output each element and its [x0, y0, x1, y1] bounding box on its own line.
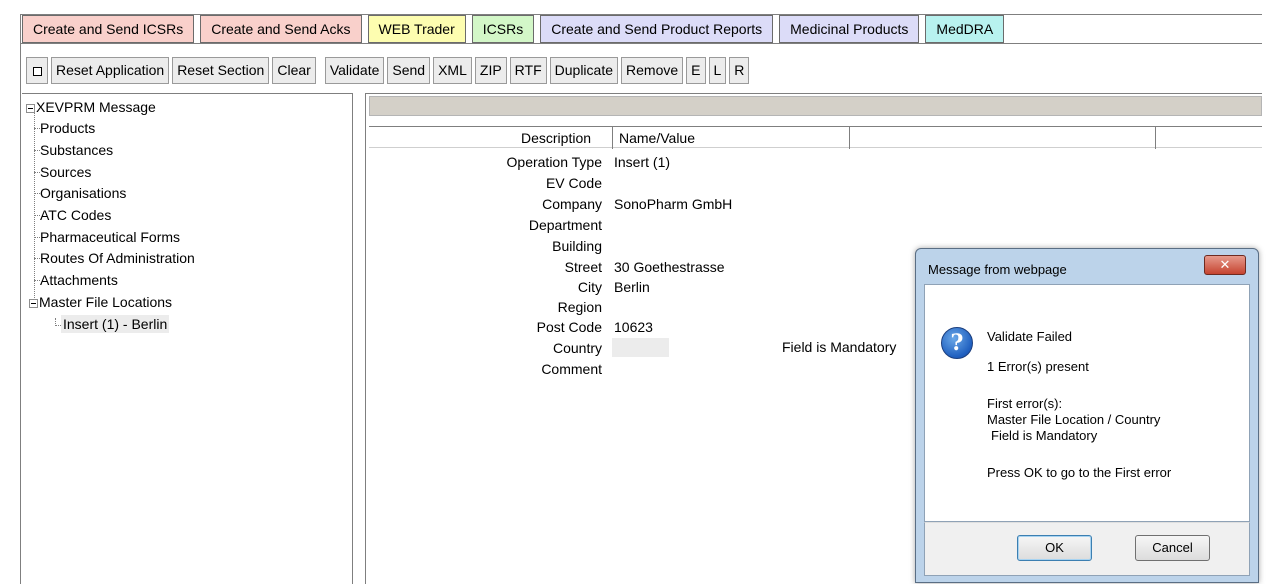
- tree-item-atc-codes[interactable]: ATC Codes: [40, 206, 111, 224]
- tree-root-label: XEVPRM Message: [36, 99, 156, 115]
- column-divider[interactable]: [1155, 127, 1156, 149]
- collapse-icon[interactable]: [29, 298, 38, 308]
- toggle-tree-button[interactable]: [26, 56, 48, 84]
- tree-item-insert-berlin[interactable]: Insert (1) - Berlin: [61, 315, 170, 333]
- ok-button[interactable]: OK: [1017, 535, 1092, 561]
- label-building: Building: [552, 238, 602, 254]
- value-operation-type[interactable]: Insert (1): [614, 153, 670, 171]
- tab-icsrs[interactable]: ICSRs: [471, 15, 535, 43]
- tree-item-attachments[interactable]: Attachments: [40, 271, 118, 289]
- tab-create-send-acks[interactable]: Create and Send Acks: [200, 15, 362, 43]
- square-icon: [33, 66, 42, 76]
- e-button[interactable]: E: [686, 56, 706, 84]
- tree-item-sources[interactable]: Sources: [40, 163, 91, 181]
- label-ev-code: EV Code: [545, 175, 602, 191]
- question-icon: ?: [941, 327, 973, 359]
- dialog-error-count: 1 Error(s) present: [987, 359, 1089, 374]
- tabs-divider: [20, 43, 1262, 44]
- tab-web-trader[interactable]: WEB Trader: [367, 15, 466, 43]
- grid-header: Description Name/Value: [369, 126, 1262, 149]
- reset-section-button[interactable]: Reset Section: [172, 56, 270, 84]
- tree-item-organisations[interactable]: Organisations: [40, 184, 126, 202]
- collapse-icon[interactable]: [26, 103, 35, 113]
- validate-button[interactable]: Validate: [324, 56, 385, 84]
- value-street[interactable]: 30 Goethestrasse: [614, 258, 725, 276]
- tab-medicinal-products[interactable]: Medicinal Products: [779, 15, 920, 43]
- value-city[interactable]: Berlin: [614, 278, 650, 296]
- tree-item-master-file-locations[interactable]: Master File Locations: [29, 293, 172, 311]
- clear-button[interactable]: Clear: [272, 56, 316, 84]
- dialog-error-message: Field is Mandatory: [991, 428, 1098, 443]
- rtf-button[interactable]: RTF: [509, 56, 547, 84]
- dialog-error-path: Master File Location / Country: [987, 412, 1161, 427]
- column-divider[interactable]: [612, 127, 613, 149]
- dialog-first-errors: First error(s):: [987, 396, 1063, 411]
- tree-line: [34, 112, 35, 300]
- dialog-hint: Press OK to go to the First error: [987, 465, 1172, 480]
- label-department: Department: [528, 217, 602, 233]
- tab-create-send-icsrs[interactable]: Create and Send ICSRs: [22, 15, 195, 43]
- column-divider[interactable]: [849, 127, 850, 149]
- tree-root[interactable]: XEVPRM Message: [26, 98, 156, 116]
- tree-item-label: Master File Locations: [39, 294, 173, 310]
- label-post-code: Post Code: [536, 319, 602, 335]
- tree-item-routes-of-administration[interactable]: Routes Of Administration: [40, 249, 195, 267]
- tree-item-pharmaceutical-forms[interactable]: Pharmaceutical Forms: [40, 228, 180, 246]
- xml-button[interactable]: XML: [433, 56, 472, 84]
- close-icon[interactable]: ✕: [1204, 255, 1246, 275]
- send-button[interactable]: Send: [387, 56, 431, 84]
- reset-application-button[interactable]: Reset Application: [51, 56, 170, 84]
- tree-item-products[interactable]: Products: [40, 119, 95, 137]
- zip-button[interactable]: ZIP: [474, 56, 507, 84]
- tree-item-substances[interactable]: Substances: [40, 141, 113, 159]
- column-description: Description: [521, 130, 592, 146]
- toolbar: Reset Application Reset Section Clear Va…: [26, 56, 752, 84]
- country-error-message: Field is Mandatory: [782, 339, 897, 355]
- label-country: Country: [552, 340, 602, 356]
- message-dialog: Message from webpage ✕ ? Validate Failed…: [915, 248, 1259, 583]
- cancel-button[interactable]: Cancel: [1135, 535, 1210, 561]
- country-field[interactable]: [612, 338, 669, 357]
- dialog-body: ? Validate Failed 1 Error(s) present Fir…: [924, 284, 1250, 522]
- column-name-value: Name/Value: [619, 130, 696, 146]
- section-header-bar: [369, 96, 1262, 116]
- dialog-heading: Validate Failed: [987, 329, 1073, 344]
- tab-create-send-product-reports[interactable]: Create and Send Product Reports: [540, 15, 774, 43]
- label-region: Region: [557, 299, 602, 315]
- label-city: City: [577, 279, 602, 295]
- r-button[interactable]: R: [729, 56, 750, 84]
- remove-button[interactable]: Remove: [621, 56, 684, 84]
- top-tabs: Create and Send ICSRs Create and Send Ac…: [22, 15, 1010, 43]
- label-street: Street: [564, 259, 602, 275]
- value-company[interactable]: SonoPharm GmbH: [614, 195, 732, 213]
- tab-meddra[interactable]: MedDRA: [925, 15, 1005, 43]
- duplicate-button[interactable]: Duplicate: [549, 56, 619, 84]
- label-operation-type: Operation Type: [506, 154, 602, 170]
- dialog-title: Message from webpage: [928, 262, 1067, 277]
- dialog-footer: OK Cancel: [924, 522, 1250, 576]
- label-comment: Comment: [541, 361, 602, 377]
- value-post-code[interactable]: 10623: [614, 318, 653, 336]
- l-button[interactable]: L: [708, 56, 727, 84]
- label-company: Company: [542, 196, 602, 212]
